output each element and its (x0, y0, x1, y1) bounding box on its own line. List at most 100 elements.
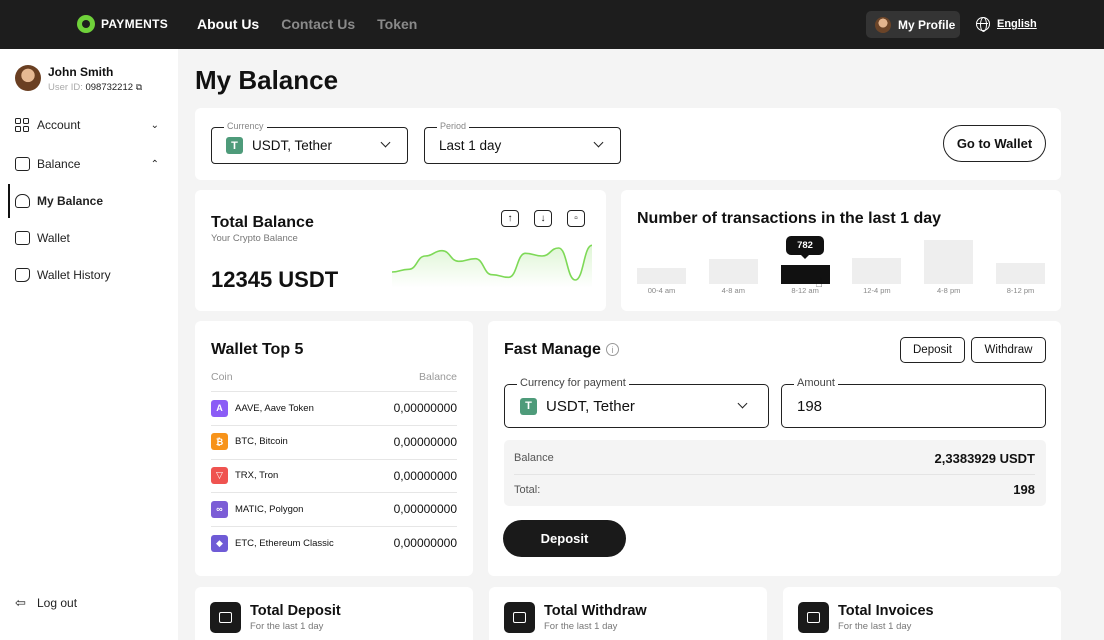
user-id-row: User ID: 098732212 ⧉ (48, 82, 142, 93)
info-icon[interactable]: i (606, 343, 619, 356)
coin-name: ETC, Ethereum Classic (235, 537, 334, 549)
payment-currency-label: Currency for payment (517, 377, 629, 389)
logout-label: Log out (37, 596, 78, 610)
coin-balance: 0,00000000 (393, 434, 457, 449)
upload-icon[interactable]: ↑ (501, 210, 519, 227)
table-row[interactable]: ▽ TRX, Tron 0,00000000 (211, 458, 457, 492)
summary-total-row: Total: 198 (514, 473, 1035, 506)
fast-manage-title: Fast Manage (504, 341, 601, 358)
chart-tick-label: 4-8 am (721, 286, 745, 295)
chart-bar[interactable] (708, 258, 758, 284)
summary-balance-label: Balance (514, 452, 554, 464)
stat-title: Total Invoices (838, 603, 934, 619)
logo[interactable]: PAYMENTS (77, 15, 168, 33)
coin-icon: ▽ (211, 467, 228, 485)
history-icon (15, 268, 30, 282)
logout-button[interactable]: ⇦ Log out (15, 595, 163, 611)
chevron-down-icon (380, 137, 391, 148)
currency-select[interactable]: Currency T USDT, Tether (211, 121, 408, 164)
payment-currency-value: USDT, Tether (546, 397, 635, 415)
chart-bar[interactable] (924, 240, 974, 284)
total-balance-subtitle: Your Crypto Balance (211, 233, 298, 244)
avatar (15, 65, 41, 91)
withdraw-tab-button[interactable]: Withdraw (971, 337, 1046, 363)
tether-icon: T (226, 137, 243, 154)
sidebar-item-label: My Balance (37, 194, 104, 208)
chevron-up-icon: ⌃ (150, 158, 159, 170)
table-row[interactable]: ◆ ETC, Ethereum Classic 0,00000000 (211, 526, 457, 559)
top-bar: PAYMENTS About Us Contact Us Token My Pr… (0, 0, 1104, 49)
wallet-icon (15, 231, 30, 245)
invoice-icon (798, 602, 829, 633)
total-deposit-card[interactable]: Total Deposit For the last 1 day (195, 587, 473, 640)
amount-label: Amount (794, 377, 838, 389)
profile-label: My Profile (898, 17, 956, 32)
chart-tick-label: 00-4 am (647, 286, 676, 295)
coin-balance: 0,00000000 (393, 536, 457, 551)
table-row[interactable]: ₿ BTC, Bitcoin 0,00000000 (211, 424, 457, 458)
profile-avatar (875, 16, 891, 33)
coin-balance: 0,00000000 (393, 468, 457, 483)
sidebar-item-my-balance[interactable]: My Balance (15, 194, 163, 208)
sidebar-item-label: Wallet History (37, 268, 111, 282)
chart-bar[interactable] (996, 263, 1045, 284)
deposit-tab-button[interactable]: Deposit (900, 337, 965, 363)
user-id-label: User ID: (48, 82, 83, 93)
sidebar-item-account[interactable]: Account ⌄ (15, 118, 163, 132)
total-invoices-card[interactable]: Total Invoices For the last 1 day (783, 587, 1061, 640)
sidebar-item-wallet[interactable]: Wallet (15, 231, 163, 245)
chevron-down-icon (593, 137, 604, 148)
withdraw-icon (504, 602, 535, 633)
coin-balance: 0,00000000 (393, 401, 457, 415)
copy-icon[interactable]: ⧉ (136, 82, 142, 92)
chevron-down-icon (737, 398, 748, 409)
stat-subtitle: For the last 1 day (838, 621, 912, 632)
wallet-bag-icon (15, 194, 30, 208)
stat-title: Total Deposit (250, 603, 341, 619)
amount-value: 198 (797, 397, 823, 415)
active-indicator (8, 184, 10, 218)
chart-bar[interactable] (852, 258, 902, 284)
total-withdraw-card[interactable]: Total Withdraw For the last 1 day (489, 587, 767, 640)
sidebar-item-balance[interactable]: Balance ⌃ (15, 157, 163, 171)
nav-contact-us[interactable]: Contact Us (281, 16, 355, 32)
col-coin: Coin (211, 371, 233, 383)
payment-currency-select[interactable]: Currency for payment T USDT, Tether (504, 377, 769, 428)
my-profile-button[interactable]: My Profile (866, 11, 960, 38)
summary-balance-value: 2,3383929 USDT (934, 450, 1035, 466)
deposit-submit-button[interactable]: Deposit (503, 520, 626, 557)
cursor-hand-icon: ☝ (815, 275, 823, 290)
deposit-icon (210, 602, 241, 633)
coin-icon: ∞ (211, 500, 228, 518)
col-balance: Balance (419, 371, 457, 383)
nav-about-us[interactable]: About Us (197, 16, 259, 32)
total-balance-card: Total Balance Your Crypto Balance 12345 … (195, 190, 606, 311)
language-selector[interactable]: English (976, 17, 1037, 32)
period-select[interactable]: Period Last 1 day (424, 121, 621, 164)
page-title: My Balance (195, 65, 339, 95)
main-nav: About Us Contact Us Token (197, 16, 417, 32)
coin-name: BTC, Bitcoin (235, 436, 288, 448)
total-balance-title: Total Balance (211, 214, 314, 231)
table-row[interactable]: A AAVE, Aave Token 0,00000000 (211, 391, 457, 424)
grid-icon (15, 118, 30, 132)
language-label: English (997, 18, 1037, 30)
chart-bar[interactable] (637, 268, 686, 284)
coin-icon: ◆ (211, 534, 228, 552)
user-name: John Smith (48, 65, 114, 79)
table-row[interactable]: ∞ MATIC, Polygon 0,00000000 (211, 492, 457, 525)
coin-name: MATIC, Polygon (235, 503, 304, 515)
tether-icon: T (520, 397, 537, 415)
coin-name: AAVE, Aave Token (235, 402, 314, 414)
chart-tick-label: 8-12 am (791, 286, 819, 295)
deposit-summary: Balance 2,3383929 USDT Total: 198 (504, 440, 1046, 506)
currency-select-value: USDT, Tether (252, 138, 333, 153)
go-to-wallet-button[interactable]: Go to Wallet (943, 125, 1046, 162)
amount-field[interactable]: Amount 198 (781, 377, 1046, 428)
sidebar-item-wallet-history[interactable]: Wallet History (15, 268, 163, 282)
download-icon[interactable]: ↓ (534, 210, 552, 227)
sidebar-item-label: Account (37, 118, 81, 132)
nav-token[interactable]: Token (377, 16, 417, 32)
globe-icon (976, 17, 990, 32)
wallet-icon[interactable]: ▫ (567, 210, 585, 227)
